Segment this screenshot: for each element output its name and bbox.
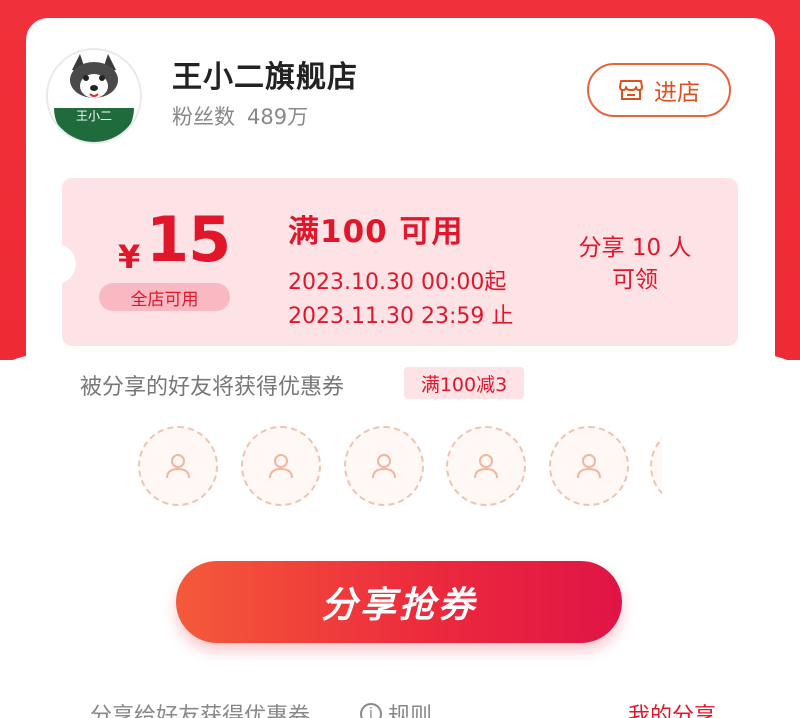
- info-icon: i: [360, 703, 382, 718]
- svg-text:王小二: 王小二: [76, 109, 112, 123]
- coupon-share-requirement: 分享 10 人: [578, 235, 692, 261]
- enter-shop-label: 进店: [654, 80, 700, 106]
- coupon-valid-to: 2023.11.30 23:59 止: [288, 304, 514, 329]
- person-placeholder-icon: [474, 454, 498, 479]
- coupon-scope-badge: 全店可用: [99, 283, 230, 311]
- friends-reward-badge: 满100减3: [404, 367, 524, 399]
- husky-logo-icon: 王小二: [48, 50, 140, 142]
- person-placeholder-icon: [166, 454, 190, 479]
- fans-count: 粉丝数 489万: [172, 101, 308, 131]
- my-share-link[interactable]: 我的分享: [628, 698, 716, 718]
- shop-avatar[interactable]: 王小二: [46, 48, 142, 144]
- enter-shop-button[interactable]: 进店: [587, 63, 731, 117]
- friends-reward-text: 被分享的好友将获得优惠券: [80, 375, 345, 400]
- friend-slot: [344, 426, 424, 506]
- friend-slot: [650, 426, 662, 506]
- store-icon: [619, 80, 643, 100]
- rules-link[interactable]: i 规则: [360, 698, 432, 718]
- friend-slot: [549, 426, 629, 506]
- coupon-share-claim: 可领: [612, 267, 658, 293]
- friend-slot: [446, 426, 526, 506]
- friend-slot: [241, 426, 321, 506]
- person-placeholder-icon: [372, 454, 396, 479]
- friend-slot-overflow: [650, 420, 662, 512]
- coupon-valid-from: 2023.10.30 00:00起: [288, 270, 507, 295]
- person-placeholder-icon: [269, 454, 293, 479]
- fans-number: 489万: [247, 105, 309, 129]
- person-placeholder-icon: [577, 454, 601, 479]
- share-grab-coupon-button[interactable]: 分享抢券: [176, 561, 622, 643]
- footer-share-text: 分享给好友获得优惠券: [90, 704, 311, 718]
- coupon-currency: ¥: [118, 238, 141, 276]
- coupon-condition: 满100 可用: [288, 214, 464, 250]
- shop-name: 王小二旗舰店: [172, 60, 358, 95]
- rules-label: 规则: [388, 704, 433, 718]
- coupon-amount: 15: [146, 203, 231, 276]
- fans-label: 粉丝数: [172, 105, 235, 129]
- friend-slot: [138, 426, 218, 506]
